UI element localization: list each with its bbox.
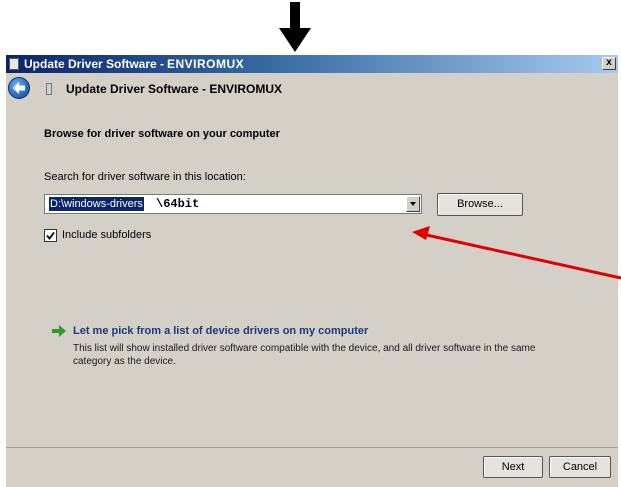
- back-button[interactable]: [8, 77, 30, 99]
- search-location-label: Search for driver software in this locat…: [44, 171, 246, 183]
- red-arrow-icon: [412, 226, 621, 280]
- path-typed-text: \64bit: [156, 197, 200, 211]
- title-bar[interactable]: Update Driver Software - ENVIROMUX x: [6, 55, 618, 73]
- next-button[interactable]: Next: [483, 456, 543, 478]
- cancel-button[interactable]: Cancel: [549, 456, 611, 478]
- close-button[interactable]: x: [602, 57, 616, 70]
- section-heading: Browse for driver software on your compu…: [44, 128, 280, 140]
- chevron-down-icon[interactable]: [406, 196, 420, 212]
- usb-device-icon: [46, 83, 52, 95]
- green-arrow-icon[interactable]: [52, 325, 66, 337]
- wizard-title: Update Driver Software - ENVIROMUX: [66, 82, 283, 96]
- include-subfolders-checkbox[interactable]: [44, 229, 57, 242]
- down-arrow-icon: [279, 2, 311, 52]
- back-arrow-icon: [13, 82, 25, 94]
- pick-from-list-description: This list will show installed driver sof…: [73, 343, 536, 367]
- browse-button[interactable]: Browse...: [437, 193, 523, 216]
- window-title-product: ENVIROMUX: [167, 57, 245, 71]
- checkmark-icon: [46, 231, 55, 240]
- pick-from-list-link[interactable]: Let me pick from a list of device driver…: [73, 325, 368, 337]
- path-selected-text: D:\windows-drivers: [49, 197, 144, 211]
- wizard-header: Update Driver Software - ENVIROMUX: [6, 73, 618, 107]
- window-title: Update Driver Software -: [24, 57, 165, 71]
- include-subfolders-label[interactable]: Include subfolders: [62, 229, 151, 241]
- footer-divider: [6, 447, 618, 448]
- driver-path-combobox[interactable]: D:\windows-drivers \64bit: [44, 194, 422, 214]
- device-icon: [9, 58, 19, 70]
